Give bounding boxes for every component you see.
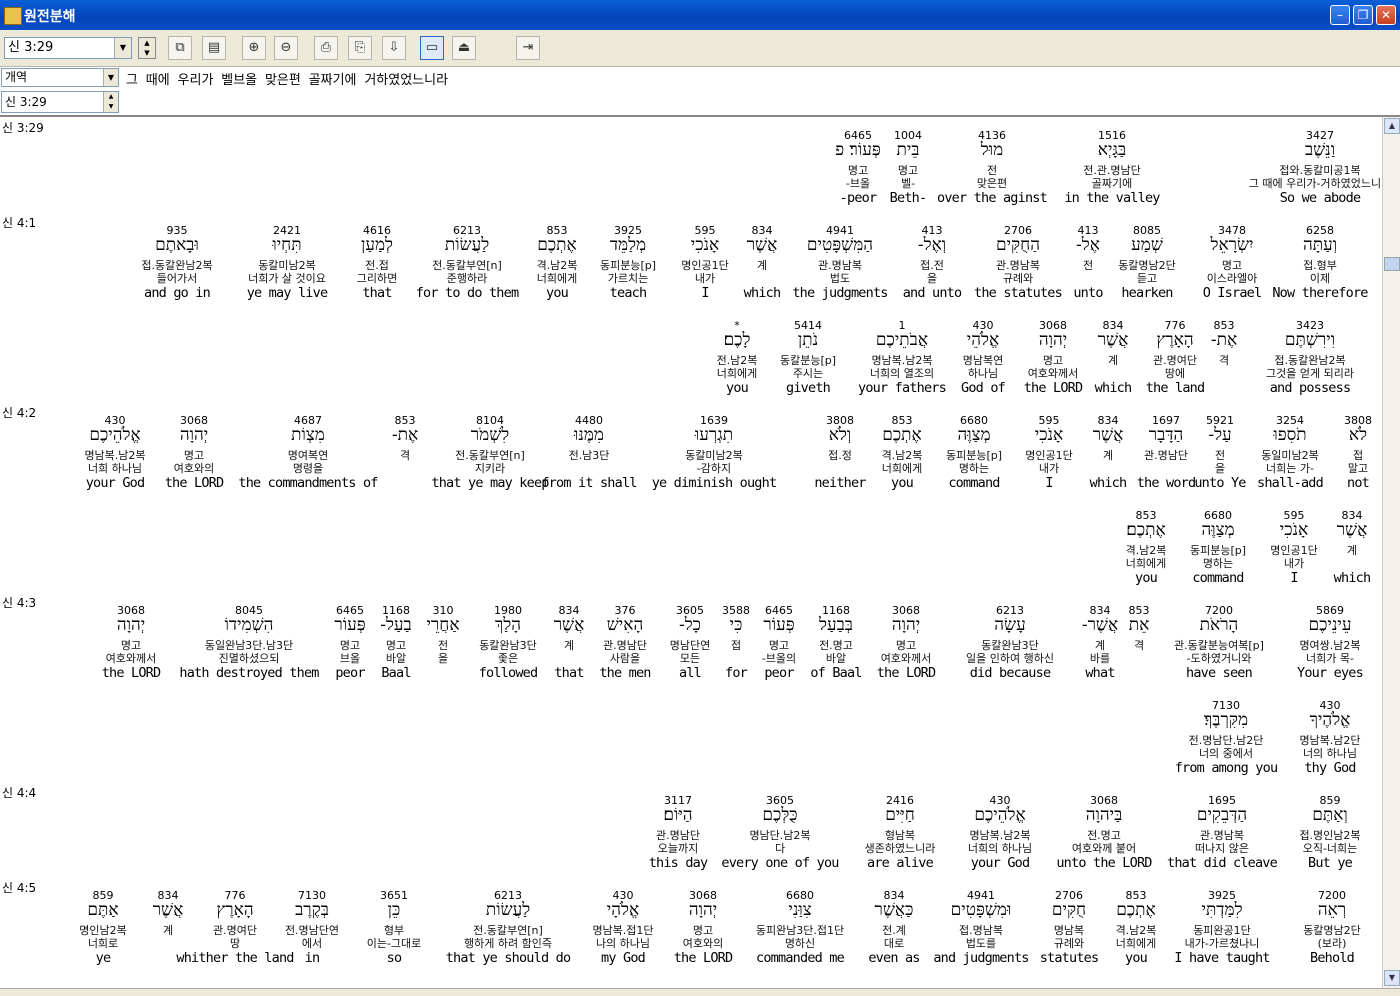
- version-select[interactable]: 개역 ▼: [1, 68, 119, 87]
- hebrew-word: לָכֶם׃: [723, 330, 751, 350]
- document-icon[interactable]: ▤: [202, 36, 226, 60]
- english-gloss: -peor: [839, 190, 877, 206]
- chevron-down-icon[interactable]: ▼: [114, 38, 131, 58]
- hebrew-word: אֱלֹהֵיכֶם: [89, 425, 141, 445]
- verse-label: 신 4:3: [2, 596, 37, 610]
- korean-gloss: 오늘까지: [657, 842, 699, 855]
- korean-gloss: 너희에게: [1125, 557, 1167, 570]
- english-gloss: you: [1135, 570, 1158, 586]
- window-view-icon[interactable]: ▭: [420, 36, 444, 60]
- hebrew-word: אַתֶּם: [87, 900, 119, 920]
- english-gloss: your God: [85, 475, 145, 491]
- english-gloss: from among you: [1174, 760, 1278, 776]
- eject-icon[interactable]: ⏏: [452, 36, 476, 60]
- zoom-in-icon[interactable]: ⊕: [242, 36, 266, 60]
- nav-stepper[interactable]: ▲ ▼: [103, 92, 118, 112]
- hebrew-word: וַנֵּשֶׁב: [1304, 140, 1336, 160]
- english-gloss: you: [726, 380, 749, 396]
- window-title: 원전분해: [24, 9, 76, 25]
- hebrew-word: מִקִּרְבֶּךָ׃: [1203, 710, 1249, 730]
- korean-gloss: 너의 중에서: [1198, 747, 1254, 760]
- app-icon: [4, 7, 22, 25]
- hebrew-word: אֶתְכֶם׃: [1126, 520, 1166, 540]
- hebrew-word: פְּעוֹר׃ פ: [835, 140, 881, 160]
- english-gloss: ye: [95, 950, 111, 966]
- verse-label: 신 4:1: [2, 216, 37, 230]
- minimize-button[interactable]: –: [1330, 5, 1350, 25]
- exit-icon[interactable]: ⇥: [516, 36, 540, 60]
- korean-gloss: 그 때에 우리가-거하였었느니라: [1248, 177, 1382, 190]
- scroll-down-icon[interactable]: ▼: [1384, 970, 1400, 986]
- nav-reference-field[interactable]: 신 3:29 ▲ ▼: [1, 91, 119, 113]
- version-verse-text: 그 때에 우리가 벨브올 맞은편 골짜기에 거하였었느니라: [126, 73, 449, 88]
- nav-row: 신 3:29 ▲ ▼: [0, 89, 1400, 117]
- english-gloss: that ye may keep: [431, 475, 549, 491]
- korean-gloss: 너희로: [87, 937, 119, 950]
- version-row: 개역 ▼ 그 때에 우리가 벨브올 맞은편 골짜기에 거하였었느니라: [0, 67, 1400, 89]
- toolbar: 신 3:29 ▼ ▲ ▼ ⧉ ▤ ⊕ ⊖ ⎙ ⎘ ⇩ ▭ ⏏ ⇥: [0, 30, 1400, 67]
- vertical-scrollbar[interactable]: ▲ ▼: [1382, 117, 1400, 988]
- copy-icon[interactable]: ⎘: [348, 36, 372, 60]
- scroll-thumb[interactable]: [1384, 257, 1400, 271]
- version-name: 개역: [5, 70, 28, 84]
- title-bar: 원전분해 – ❐ ✕: [0, 0, 1400, 30]
- interlinear-view: 신 3:29 3427 וַנֵּשֶׁב 접와.동칼미공1복 그 때에 우리가-거하였…: [0, 117, 1382, 988]
- korean-gloss: 여호와께서: [105, 652, 157, 665]
- attach-icon[interactable]: ⧉: [168, 36, 192, 60]
- english-gloss: the LORD: [101, 665, 161, 681]
- paste-icon[interactable]: ⇩: [382, 36, 406, 60]
- reference-value: 신 3:29: [8, 40, 54, 55]
- reference-stepper[interactable]: ▲ ▼: [138, 37, 156, 59]
- hebrew-word: הַיּוֹם׃: [663, 805, 693, 825]
- verse-label: 신 4:4: [2, 786, 37, 800]
- zoom-out-icon[interactable]: ⊖: [274, 36, 298, 60]
- scroll-up-icon[interactable]: ▲: [1384, 118, 1400, 134]
- reference-combobox[interactable]: 신 3:29 ▼: [4, 37, 132, 59]
- korean-gloss: 들어가서: [156, 272, 198, 285]
- english-gloss: So we abode: [1279, 190, 1361, 206]
- english-gloss: this day: [648, 855, 708, 871]
- korean-gloss: 너희에게: [716, 367, 758, 380]
- verse-label: 신 3:29: [2, 121, 44, 135]
- verse-label: 신 4:2: [2, 406, 37, 420]
- maximize-button[interactable]: ❐: [1353, 5, 1373, 25]
- chevron-down-icon[interactable]: ▼: [103, 69, 118, 86]
- nav-reference-value: 신 3:29: [5, 95, 47, 109]
- korean-gloss: -브올: [845, 177, 871, 190]
- korean-gloss: 너희 하나님: [87, 462, 143, 475]
- close-button[interactable]: ✕: [1376, 5, 1396, 25]
- hebrew-word: יְהוָה: [116, 615, 146, 635]
- english-gloss: and go in: [144, 285, 211, 301]
- hebrew-word: וּבָאתֶם: [155, 235, 199, 255]
- print-icon[interactable]: ⎙: [314, 36, 338, 60]
